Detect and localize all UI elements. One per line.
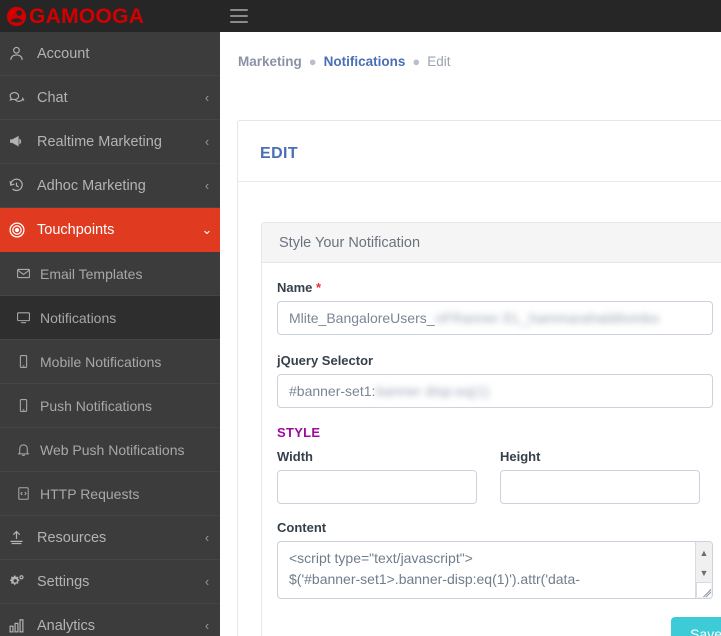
sidebar-subitem-label: HTTP Requests [40, 485, 140, 502]
breadcrumb-separator-icon: ● [412, 54, 421, 69]
hamburger-bar [230, 21, 248, 23]
breadcrumb-current: Edit [427, 54, 451, 69]
brand-name: GAMOOGA [29, 4, 145, 28]
mobile-icon [16, 398, 40, 413]
app-root: GAMOOGA Account Chat ‹ Realtime Marketin… [0, 0, 721, 636]
name-label-text: Name [277, 280, 313, 295]
sidebar-subitem-email-templates[interactable]: Email Templates [0, 252, 220, 296]
breadcrumb-notifications[interactable]: Notifications [324, 54, 406, 69]
sidebar-item-chat[interactable]: Chat ‹ [0, 76, 220, 120]
sidebar-subitem-label: Email Templates [40, 265, 143, 282]
bar-chart-icon [8, 617, 34, 634]
chevron-left-icon: ‹ [204, 178, 210, 193]
sidebar-subitem-notifications[interactable]: Notifications [0, 296, 220, 340]
chevron-left-icon: ‹ [204, 530, 210, 545]
history-icon [8, 177, 34, 194]
sidebar-item-resources[interactable]: Resources ‹ [0, 516, 220, 560]
scroll-up-icon[interactable]: ▲ [700, 549, 709, 558]
envelope-icon [16, 266, 40, 281]
height-field-group: Height [500, 449, 705, 504]
user-icon [8, 45, 34, 62]
mobile-icon [16, 354, 40, 369]
content-textarea-line-1: <script type="text/javascript"> [289, 550, 473, 566]
chevron-down-icon: ⌄ [201, 221, 213, 237]
chevron-left-icon: ‹ [204, 90, 210, 105]
style-notification-panel: Style Your Notification Name * Mlite_Ban… [261, 222, 721, 636]
target-icon [8, 221, 34, 239]
bell-icon [16, 442, 40, 457]
content-textarea[interactable]: <script type="text/javascript"> $('#bann… [277, 541, 713, 599]
sidebar-item-label: Realtime Marketing [37, 133, 162, 150]
gamooga-mark-icon [6, 6, 27, 27]
sidebar-subitem-label: Notifications [40, 309, 117, 326]
sidebar-item-label: Chat [37, 89, 68, 106]
content-label: Content [277, 520, 327, 535]
panel-header: Style Your Notification [262, 223, 721, 263]
code-file-icon [16, 486, 40, 501]
width-field-group: Width [277, 449, 482, 504]
gears-icon [8, 573, 34, 590]
resize-handle-icon[interactable] [696, 582, 711, 597]
menu-toggle-icon[interactable] [230, 9, 248, 23]
sidebar-item-label: Resources [37, 529, 107, 546]
height-label: Height [500, 449, 541, 464]
width-label: Width [277, 449, 313, 464]
selector-label: jQuery Selector [277, 353, 374, 368]
sidebar-subitem-web-push-notifications[interactable]: Web Push Notifications [0, 428, 220, 472]
sidebar-item-account[interactable]: Account [0, 32, 220, 76]
sidebar: Account Chat ‹ Realtime Marketing ‹ Adho… [0, 32, 220, 636]
brand-logo[interactable]: GAMOOGA [0, 0, 220, 32]
height-input[interactable] [500, 470, 700, 504]
breadcrumb: Marketing ● Notifications ● Edit [220, 32, 721, 69]
sidebar-item-settings[interactable]: Settings ‹ [0, 560, 220, 604]
chevron-left-icon: ‹ [204, 134, 210, 149]
content-textarea-line-2: $('#banner-set1>.banner-disp:eq(1)').att… [289, 571, 580, 587]
chat-icon [8, 89, 34, 106]
save-button[interactable]: Save [671, 617, 721, 636]
required-asterisk: * [316, 280, 322, 295]
panel-body: Name * Mlite_BangaloreUsers_ nFRanner EL_… [262, 263, 721, 599]
width-input[interactable] [277, 470, 477, 504]
chevron-left-icon: ‹ [204, 618, 210, 633]
name-input-redacted: nFRanner EL_hammarahaldilombo [435, 310, 660, 326]
upload-icon [8, 529, 34, 546]
breadcrumb-separator-icon: ● [308, 54, 317, 69]
megaphone-icon [8, 133, 34, 150]
edit-card: EDIT Style Your Notification Name * Mlit… [237, 120, 721, 636]
selector-input-redacted: banner disp:eq(1) [376, 383, 490, 399]
scroll-down-icon[interactable]: ▼ [700, 569, 709, 578]
sidebar-subitem-http-requests[interactable]: HTTP Requests [0, 472, 220, 516]
top-bar: GAMOOGA [0, 0, 721, 32]
sidebar-subitem-label: Push Notifications [40, 397, 153, 414]
main-content: Marketing ● Notifications ● Edit EDIT St… [220, 32, 721, 636]
sidebar-item-label: Adhoc Marketing [37, 177, 146, 194]
sidebar-subitem-label: Web Push Notifications [40, 441, 185, 458]
width-height-row: Width Height [277, 449, 721, 504]
selector-input-value: #banner-set1: [289, 383, 376, 399]
sidebar-item-touchpoints[interactable]: Touchpoints ⌄ [0, 208, 220, 252]
sidebar-subitem-mobile-notifications[interactable]: Mobile Notifications [0, 340, 220, 384]
hamburger-bar [230, 15, 248, 17]
sidebar-item-label: Account [37, 45, 90, 62]
sidebar-item-adhoc-marketing[interactable]: Adhoc Marketing ‹ [0, 164, 220, 208]
sidebar-item-label: Settings [37, 573, 90, 590]
chevron-left-icon: ‹ [204, 574, 210, 589]
sidebar-subitem-push-notifications[interactable]: Push Notifications [0, 384, 220, 428]
sidebar-subitem-label: Mobile Notifications [40, 353, 162, 370]
name-label: Name * [277, 280, 721, 295]
sidebar-item-analytics[interactable]: Analytics ‹ [0, 604, 220, 636]
name-input[interactable]: Mlite_BangaloreUsers_ nFRanner EL_hammara… [277, 301, 713, 335]
card-divider [238, 181, 721, 182]
monitor-icon [16, 310, 40, 325]
page-title: EDIT [260, 145, 299, 162]
sidebar-item-label: Touchpoints [37, 221, 115, 238]
name-input-value: Mlite_BangaloreUsers_ [289, 310, 435, 326]
jquery-selector-input[interactable]: #banner-set1: banner disp:eq(1) [277, 374, 713, 408]
breadcrumb-marketing[interactable]: Marketing [238, 54, 302, 69]
sidebar-item-realtime-marketing[interactable]: Realtime Marketing ‹ [0, 120, 220, 164]
sidebar-item-label: Analytics [37, 617, 96, 634]
style-section-heading: STYLE [277, 425, 321, 440]
hamburger-bar [230, 9, 248, 11]
